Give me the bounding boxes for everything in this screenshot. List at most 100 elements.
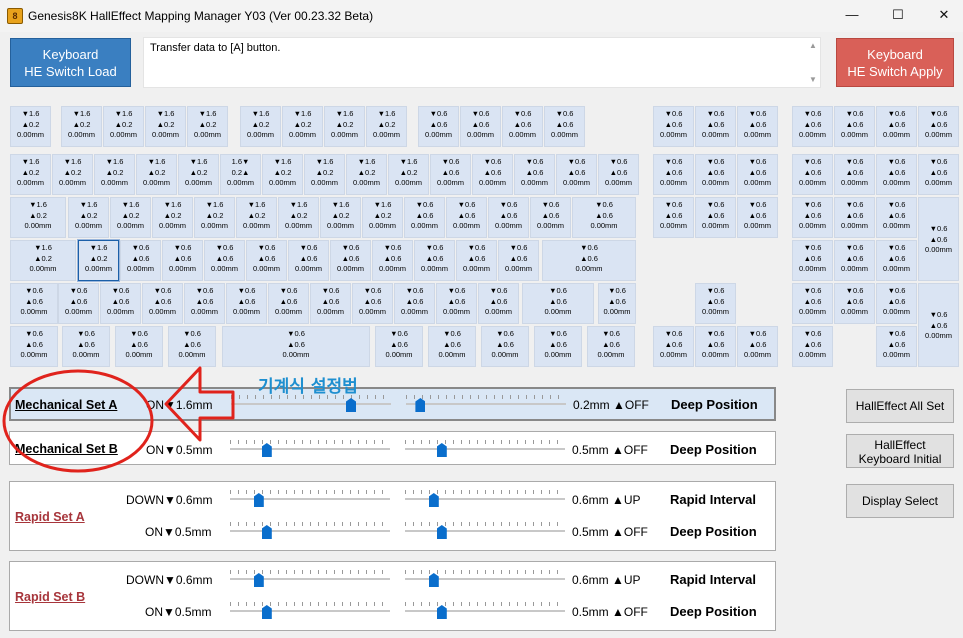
key-cell[interactable]: ▼0.6 ▲0.6 0.00mm <box>436 283 477 324</box>
halleffect-keyboard-initial-button[interactable]: HallEffect Keyboard Initial <box>846 434 954 468</box>
key-cell[interactable]: ▼1.6 ▲0.2 0.00mm <box>10 240 76 281</box>
key-cell[interactable]: ▼0.6 ▲0.6 0.00mm <box>876 106 917 147</box>
key-cell[interactable]: ▼0.6 ▲0.6 0.00mm <box>534 326 582 367</box>
key-cell[interactable]: ▼0.6 ▲0.6 0.00mm <box>120 240 161 281</box>
key-cell[interactable]: 1.6▼ 0.2▲ 0.00mm <box>220 154 261 195</box>
halleffect-all-set-button[interactable]: HallEffect All Set <box>846 389 954 423</box>
key-cell[interactable]: ▼0.6 ▲0.6 0.00mm <box>10 283 58 324</box>
key-cell[interactable]: ▼0.6 ▲0.6 0.00mm <box>572 197 636 238</box>
key-cell[interactable]: ▼0.6 ▲0.6 0.00mm <box>653 197 694 238</box>
key-cell[interactable]: ▼0.6 ▲0.6 0.00mm <box>598 283 636 324</box>
key-cell[interactable]: ▼0.6 ▲0.6 0.00mm <box>876 197 917 238</box>
key-cell[interactable]: ▼0.6 ▲0.6 0.00mm <box>414 240 455 281</box>
key-cell[interactable]: ▼0.6 ▲0.6 0.00mm <box>372 240 413 281</box>
rapid-a-up-slider[interactable] <box>405 490 565 508</box>
key-cell[interactable]: ▼0.6 ▲0.6 0.00mm <box>352 283 393 324</box>
rapid-b-off-slider[interactable] <box>405 602 565 620</box>
mechanical-set-b-label[interactable]: Mechanical Set B <box>15 442 118 456</box>
key-cell[interactable]: ▼0.6 ▲0.6 0.00mm <box>115 326 163 367</box>
key-cell[interactable]: ▼0.6 ▲0.6 0.00mm <box>792 106 833 147</box>
key-cell[interactable]: ▼1.6 ▲0.2 0.00mm <box>324 106 365 147</box>
mechanical-set-a-label[interactable]: Mechanical Set A <box>15 398 117 412</box>
key-cell[interactable]: ▼0.6 ▲0.6 0.00mm <box>834 106 875 147</box>
key-cell[interactable]: ▼1.6 ▲0.2 0.00mm <box>61 106 102 147</box>
key-cell[interactable]: ▼0.6 ▲0.6 0.00mm <box>876 240 917 281</box>
close-button[interactable]: ✕ <box>932 4 956 26</box>
key-cell[interactable]: ▼0.6 ▲0.6 0.00mm <box>695 326 736 367</box>
mech-b-release-slider[interactable] <box>405 440 565 458</box>
he-switch-apply-button[interactable]: Keyboard HE Switch Apply <box>836 38 954 87</box>
key-cell[interactable]: ▼0.6 ▲0.6 0.00mm <box>430 154 471 195</box>
key-cell[interactable]: ▼0.6 ▲0.6 0.00mm <box>876 326 917 367</box>
key-cell[interactable]: ▼1.6 ▲0.2 0.00mm <box>362 197 403 238</box>
key-cell[interactable]: ▼1.6 ▲0.2 0.00mm <box>103 106 144 147</box>
key-cell[interactable]: ▼0.6 ▲0.6 0.00mm <box>522 283 594 324</box>
key-cell[interactable]: ▼0.6 ▲0.6 0.00mm <box>246 240 287 281</box>
key-cell[interactable]: ▼0.6 ▲0.6 0.00mm <box>792 197 833 238</box>
key-cell[interactable]: ▼1.6 ▲0.2 0.00mm <box>136 154 177 195</box>
minimize-button[interactable]: — <box>840 4 864 26</box>
key-cell[interactable]: ▼0.6 ▲0.6 0.00mm <box>375 326 423 367</box>
key-cell[interactable]: ▼0.6 ▲0.6 0.00mm <box>695 283 736 324</box>
key-cell[interactable]: ▼1.6 ▲0.2 0.00mm <box>304 154 345 195</box>
key-cell[interactable]: ▼0.6 ▲0.6 0.00mm <box>222 326 370 367</box>
key-cell[interactable]: ▼0.6 ▲0.6 0.00mm <box>204 240 245 281</box>
key-cell[interactable]: ▼1.6 ▲0.2 0.00mm <box>320 197 361 238</box>
key-cell[interactable]: ▼1.6 ▲0.2 0.00mm <box>110 197 151 238</box>
key-cell[interactable]: ▼1.6 ▲0.2 0.00mm <box>194 197 235 238</box>
key-cell[interactable]: ▼0.6 ▲0.6 0.00mm <box>58 283 99 324</box>
key-cell[interactable]: ▼0.6 ▲0.6 0.00mm <box>184 283 225 324</box>
key-cell[interactable]: ▼0.6 ▲0.6 0.00mm <box>288 240 329 281</box>
key-cell[interactable]: ▼0.6 ▲0.6 0.00mm <box>792 326 833 367</box>
key-cell[interactable]: ▼0.6 ▲0.6 0.00mm <box>404 197 445 238</box>
key-cell[interactable]: ▼1.6 ▲0.2 0.00mm <box>282 106 323 147</box>
key-cell[interactable]: ▼0.6 ▲0.6 0.00mm <box>498 240 539 281</box>
key-cell[interactable]: ▼0.6 ▲0.6 0.00mm <box>488 197 529 238</box>
key-cell[interactable]: ▼0.6 ▲0.6 0.00mm <box>268 283 309 324</box>
maximize-button[interactable]: ☐ <box>886 4 910 26</box>
key-cell[interactable]: ▼0.6 ▲0.6 0.00mm <box>142 283 183 324</box>
key-cell[interactable]: ▼0.6 ▲0.6 0.00mm <box>62 326 110 367</box>
key-cell[interactable]: ▼1.6 ▲0.2 0.00mm <box>366 106 407 147</box>
key-cell[interactable]: ▼1.6 ▲0.2 0.00mm <box>94 154 135 195</box>
key-cell[interactable]: ▼0.6 ▲0.6 0.00mm <box>653 326 694 367</box>
key-cell[interactable]: ▼0.6 ▲0.6 0.00mm <box>514 154 555 195</box>
key-cell[interactable]: ▼0.6 ▲0.6 0.00mm <box>446 197 487 238</box>
key-cell[interactable]: ▼1.6 ▲0.2 0.00mm <box>145 106 186 147</box>
key-cell[interactable]: ▼0.6 ▲0.6 0.00mm <box>472 154 513 195</box>
key-cell[interactable]: ▼0.6 ▲0.6 0.00mm <box>502 106 543 147</box>
key-cell[interactable]: ▼1.6 ▲0.2 0.00mm <box>178 154 219 195</box>
key-cell[interactable]: ▼0.6 ▲0.6 0.00mm <box>456 240 497 281</box>
key-cell[interactable]: ▼0.6 ▲0.6 0.00mm <box>792 154 833 195</box>
key-cell[interactable]: ▼0.6 ▲0.6 0.00mm <box>695 197 736 238</box>
key-cell[interactable]: ▼0.6 ▲0.6 0.00mm <box>310 283 351 324</box>
mech-a-release-slider[interactable] <box>406 395 566 413</box>
mech-a-press-slider[interactable] <box>231 395 391 413</box>
key-cell[interactable]: ▼1.6 ▲0.2 0.00mm <box>262 154 303 195</box>
rapid-b-down-slider[interactable] <box>230 570 390 588</box>
key-cell[interactable]: ▼1.6 ▲0.2 0.00mm <box>187 106 228 147</box>
key-cell[interactable]: ▼1.6 ▲0.2 0.00mm <box>346 154 387 195</box>
key-cell[interactable]: ▼0.6 ▲0.6 0.00mm <box>876 154 917 195</box>
key-cell[interactable]: ▼0.6 ▲0.6 0.00mm <box>418 106 459 147</box>
key-cell[interactable]: ▼0.6 ▲0.6 0.00mm <box>737 154 778 195</box>
key-cell[interactable]: ▼1.6 ▲0.2 0.00mm <box>388 154 429 195</box>
key-cell[interactable]: ▼1.6 ▲0.2 0.00mm <box>152 197 193 238</box>
key-cell[interactable]: ▼0.6 ▲0.6 0.00mm <box>481 326 529 367</box>
key-cell[interactable]: ▼1.6 ▲0.2 0.00mm <box>10 197 66 238</box>
message-scrollbar[interactable]: ▲ ▼ <box>806 38 820 87</box>
key-cell[interactable]: ▼0.6 ▲0.6 0.00mm <box>10 326 58 367</box>
key-cell[interactable]: ▼1.6 ▲0.2 0.00mm <box>278 197 319 238</box>
message-box[interactable]: Transfer data to [A] button. ▲ ▼ <box>143 37 821 88</box>
key-cell[interactable]: ▼0.6 ▲0.6 0.00mm <box>792 283 833 324</box>
rapid-b-up-slider[interactable] <box>405 570 565 588</box>
key-cell[interactable]: ▼1.6 ▲0.2 0.00mm <box>236 197 277 238</box>
key-cell[interactable]: ▼0.6 ▲0.6 0.00mm <box>598 154 639 195</box>
scroll-down-icon[interactable]: ▼ <box>809 75 817 84</box>
key-cell[interactable]: ▼0.6 ▲0.6 0.00mm <box>542 240 636 281</box>
key-cell[interactable]: ▼0.6 ▲0.6 0.00mm <box>834 283 875 324</box>
key-cell[interactable]: ▼0.6 ▲0.6 0.00mm <box>737 197 778 238</box>
scroll-up-icon[interactable]: ▲ <box>809 41 817 50</box>
key-cell[interactable]: ▼0.6 ▲0.6 0.00mm <box>792 240 833 281</box>
key-cell[interactable]: ▼0.6 ▲0.6 0.00mm <box>918 106 959 147</box>
